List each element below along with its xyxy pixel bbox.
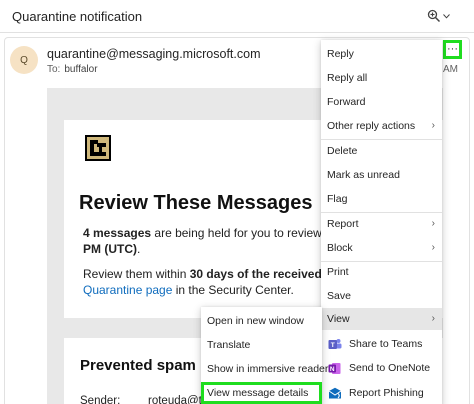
submenu-item-label: Translate — [207, 339, 251, 351]
menu-item-label: Reply — [327, 48, 354, 60]
teams-icon: T — [327, 337, 342, 351]
menu-item-label: Flag — [327, 193, 348, 205]
quarantine-page-link[interactable]: Quarantine page — [83, 283, 172, 297]
submenu-item-immersive-reader[interactable]: Show in immersive reader — [201, 358, 328, 380]
held-time: PM (UTC) — [83, 242, 137, 256]
review-text: Review them within — [83, 267, 190, 281]
held-time-end: . — [137, 242, 141, 256]
chevron-down-icon — [442, 13, 450, 19]
menu-item-other-reply-actions[interactable]: Other reply actions › — [321, 115, 442, 137]
chevron-right-icon: › — [431, 313, 435, 324]
received-time: AM — [443, 64, 458, 75]
svg-text:T: T — [330, 342, 334, 349]
onenote-icon: N — [327, 361, 342, 375]
phishing-icon — [327, 386, 342, 400]
view-submenu: Open in new window Translate Show in imm… — [201, 307, 328, 404]
sender-address[interactable]: quarantine@messaging.microsoft.com — [47, 47, 260, 61]
spam-sender-row: Sender: roteuda@tnol — [80, 395, 217, 404]
review-paragraph: Review them within 30 days of the receiv… — [83, 266, 350, 298]
submenu-item-label: View message details — [207, 387, 309, 399]
menu-item-label: Report Phishing — [349, 387, 424, 399]
email-headline: Review These Messages — [79, 192, 313, 214]
message-subject-title: Quarantine notification — [12, 9, 143, 24]
menu-item-send-to-onenote[interactable]: N Send to OneNote — [321, 357, 442, 379]
menu-item-reply[interactable]: Reply — [321, 43, 442, 65]
chevron-right-icon: › — [431, 218, 435, 229]
menu-item-label: Print — [327, 266, 349, 278]
submenu-item-translate[interactable]: Translate — [201, 334, 322, 356]
chevron-right-icon: › — [431, 242, 435, 253]
recipient-name[interactable]: buffalor — [64, 64, 97, 75]
menu-item-label: Other reply actions — [327, 120, 416, 132]
menu-item-label: Report — [327, 218, 359, 230]
menu-item-print[interactable]: Print — [321, 261, 442, 283]
submenu-item-label: Open in new window — [207, 315, 304, 327]
menu-item-flag[interactable]: Flag — [321, 188, 442, 210]
more-actions-button[interactable]: ··· — [443, 40, 462, 59]
review-text-end: in the Security Center. — [172, 283, 294, 297]
recipient-line: To: buffalor — [47, 64, 98, 75]
menu-item-view[interactable]: View › — [321, 308, 442, 330]
menu-item-report-phishing[interactable]: Report Phishing — [321, 382, 442, 404]
avatar: Q — [10, 46, 38, 74]
submenu-item-label: Show in immersive reader — [207, 363, 329, 375]
to-label: To: — [47, 64, 61, 75]
more-actions-menu: Reply Reply all Forward Other reply acti… — [321, 40, 442, 404]
menu-item-label: Reply all — [327, 72, 368, 84]
zoom-button[interactable] — [425, 6, 451, 26]
title-bar: Quarantine notification — [0, 0, 474, 33]
held-count: 4 messages — [83, 226, 152, 240]
menu-item-forward[interactable]: Forward — [321, 91, 442, 113]
chevron-right-icon: › — [431, 120, 435, 131]
menu-item-label: View — [327, 313, 350, 325]
menu-item-label: Forward — [327, 96, 366, 108]
submenu-item-open-new-window[interactable]: Open in new window — [201, 310, 322, 332]
menu-item-save[interactable]: Save — [321, 285, 442, 307]
menu-item-label: Mark as unread — [327, 169, 400, 181]
menu-item-label: Save — [327, 290, 351, 302]
zoom-in-icon — [427, 9, 440, 23]
menu-item-share-to-teams[interactable]: T Share to Teams — [321, 333, 442, 355]
university-logo — [85, 135, 111, 161]
submenu-item-view-message-details[interactable]: View message details — [201, 382, 322, 404]
held-messages-paragraph: 4 messages are being held for you to rev… — [83, 225, 351, 257]
spam-sender-label: Sender: — [80, 395, 121, 404]
svg-text:N: N — [330, 366, 335, 373]
menu-item-label: Delete — [327, 145, 358, 157]
menu-item-label: Share to Teams — [349, 338, 423, 350]
menu-item-reply-all[interactable]: Reply all — [321, 67, 442, 89]
menu-item-label: Send to OneNote — [349, 362, 431, 374]
menu-item-delete[interactable]: Delete — [321, 140, 442, 162]
menu-item-block[interactable]: Block › — [321, 237, 442, 259]
menu-item-mark-unread[interactable]: Mark as unread — [321, 164, 442, 186]
menu-item-report[interactable]: Report › — [321, 213, 442, 235]
menu-item-label: Block — [327, 242, 353, 254]
